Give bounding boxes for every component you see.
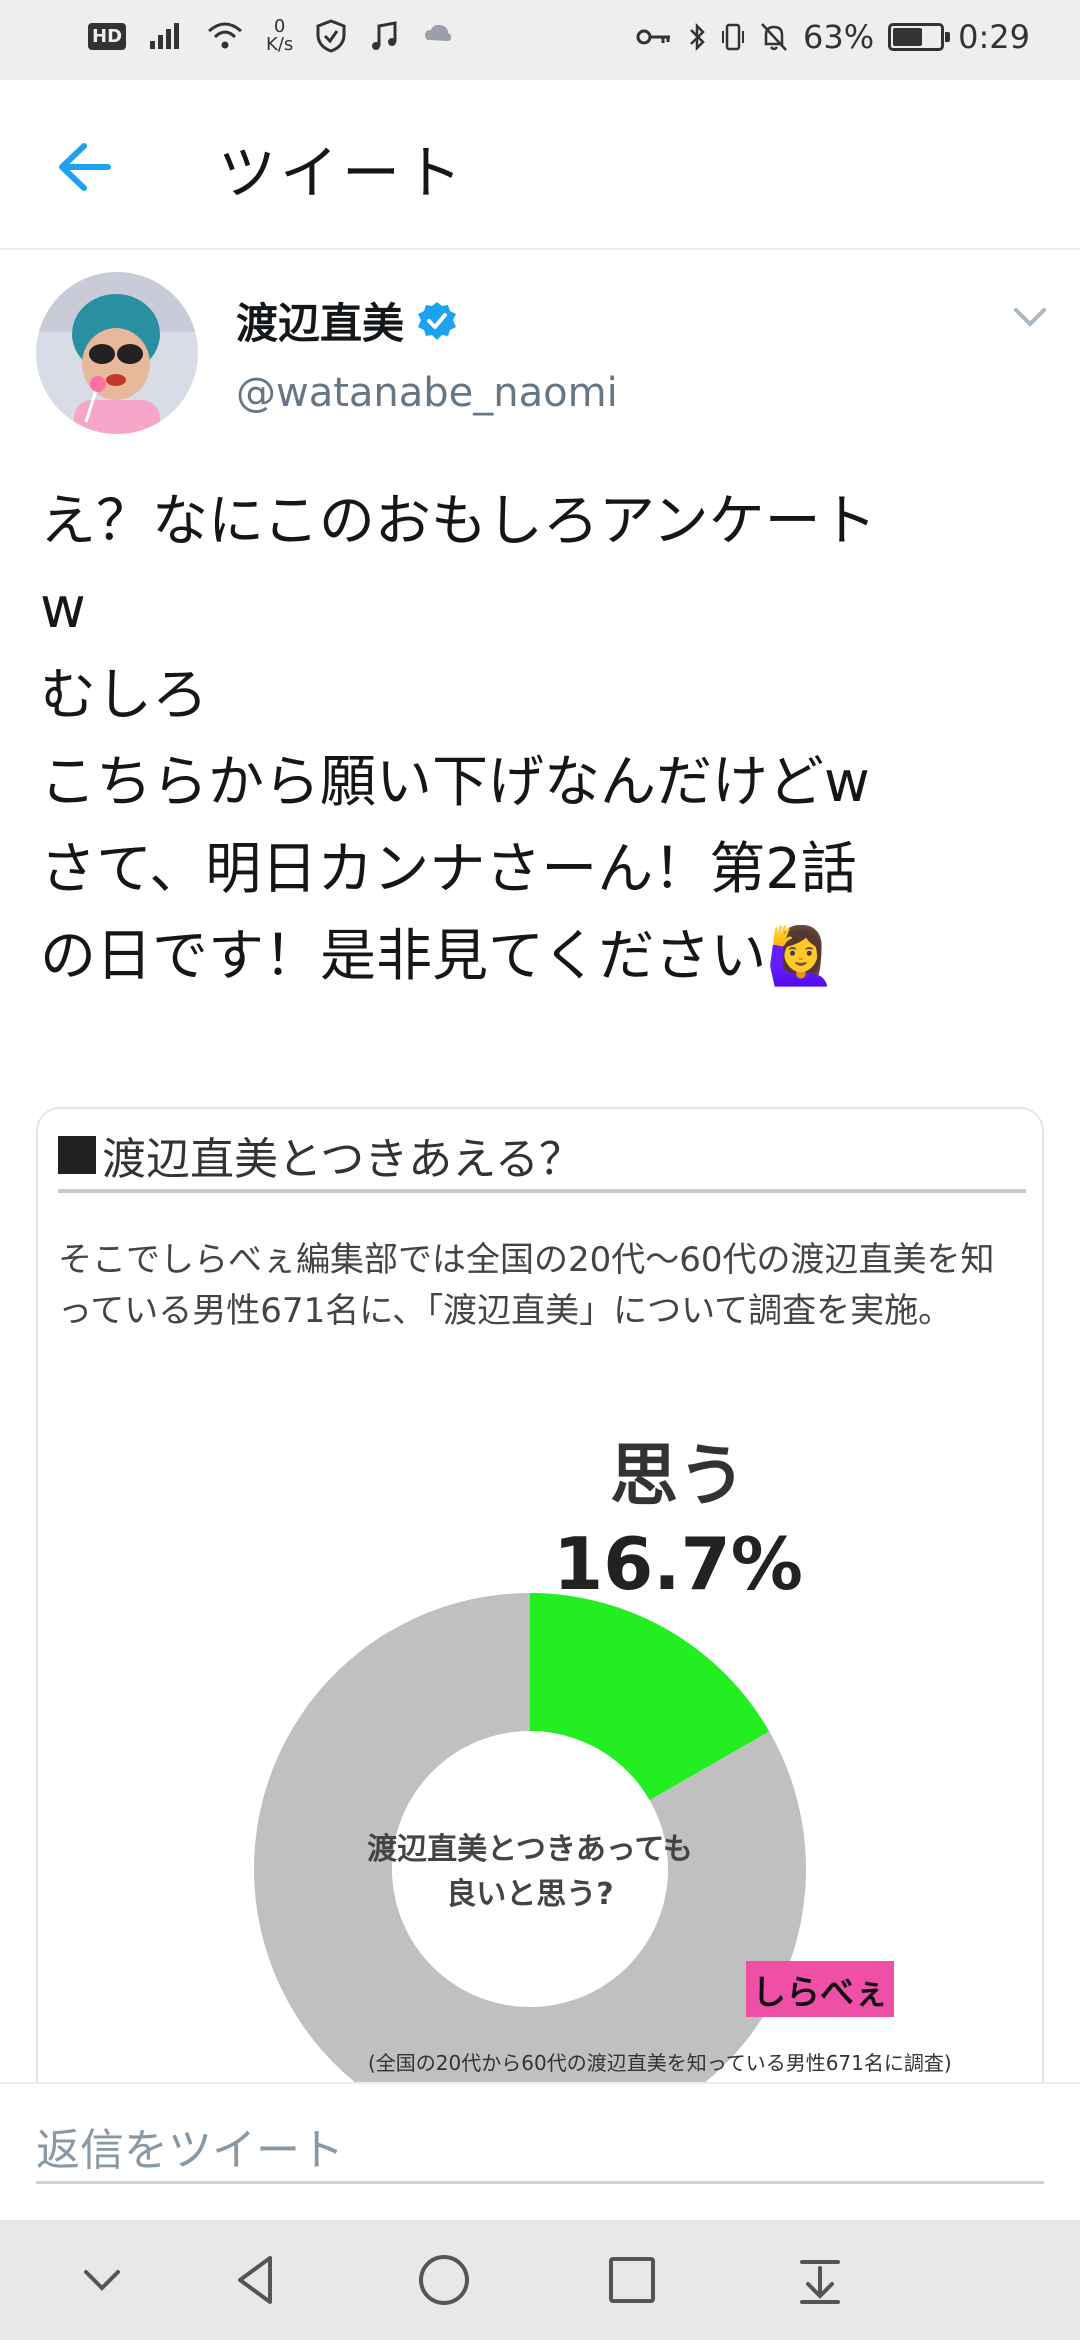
wifi-icon [208,22,243,49]
bell-off-icon [761,23,787,51]
shield-icon [316,19,346,53]
card-heading: 渡辺直美とつきあえる？ [58,1121,1026,1193]
battery-icon [888,23,951,51]
battery-percent: 63% [803,18,875,56]
hd-icon: HD [88,22,127,50]
music-icon [372,21,397,50]
clock: 0:29 [958,18,1030,56]
tweet-text: え？なにこのおもしろアンケート w むしろ こちらから願い下げなんだけどw さて… [40,489,877,989]
vibrate-icon [722,23,745,51]
notification-pull-down-icon[interactable] [790,2250,850,2310]
shirabee-logo: しらべぇ [746,1961,894,2017]
home-circle-icon[interactable] [414,2250,474,2310]
chevron-down-icon[interactable] [1010,302,1050,332]
system-nav-bar [0,2220,1080,2340]
back-triangle-icon[interactable] [226,2250,286,2310]
signal-icon [150,23,180,49]
reply-input[interactable]: 返信をツイート [36,2114,1044,2184]
link-card[interactable]: 渡辺直美とつきあえる？ そこでしらべぇ編集部では全国の20代〜60代の渡辺直美を… [36,1107,1044,2107]
donut-hole [392,1731,668,2007]
display-name-text: 渡辺直美 [236,299,405,348]
battery-level [893,28,923,46]
status-left: HD 0 K/s [88,18,455,54]
weather-icon [425,24,452,41]
donut-center-line1: 渡辺直美とつきあっても [367,1832,693,1867]
back-arrow-icon[interactable] [48,132,118,202]
card-body-text: そこでしらべぇ編集部では全国の20代〜60代の渡辺直美を知っている男性671名に… [58,1240,995,1331]
highlight-label: 思う [610,1437,746,1516]
reply-bar: 返信をツイート [0,2082,1080,2220]
verified-badge-icon [418,301,457,340]
card-heading-text: 渡辺直美とつきあえる？ [102,1134,583,1185]
display-name[interactable]: 渡辺直美 [236,290,458,351]
chevron-down-icon[interactable] [72,2250,132,2310]
speed-unit: K/s [266,34,294,55]
status-right: 63% 0:29 [635,18,1030,56]
key-icon [636,29,671,45]
network-speed: 0 K/s [266,18,293,54]
avatar[interactable] [36,272,198,434]
bluetooth-icon [690,22,705,52]
status-bar: HD 0 K/s 63% 0:29 [0,0,1080,80]
highlight-value: 16.7% [553,1522,803,1606]
recents-square-icon[interactable] [602,2250,662,2310]
square-icon [58,1136,96,1174]
app-header: ツイート [0,80,1080,250]
donut-center-line2: 良いと思う? [446,1877,613,1912]
avatar-image [36,272,198,434]
survey-note: (全国の20代から60代の渡辺直美を知っている男性671名に調査) [368,2051,952,2075]
user-handle[interactable]: @watanabe_naomi [236,370,618,416]
page-title: ツイート [218,139,467,207]
